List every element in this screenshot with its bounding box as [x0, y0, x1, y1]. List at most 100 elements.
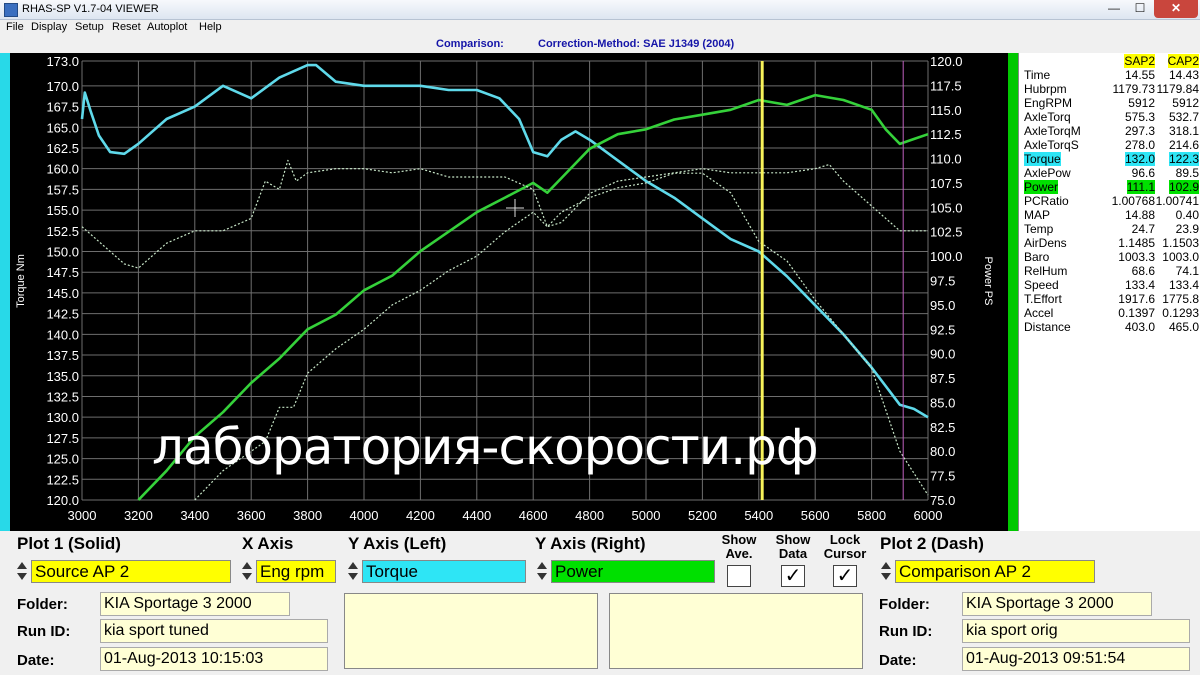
- data-row-v1: 403.0: [1124, 320, 1155, 334]
- minimize-button[interactable]: —: [1102, 0, 1126, 18]
- spinner-up-icon[interactable]: [348, 562, 358, 569]
- data-row-label: Baro: [1024, 250, 1050, 264]
- spinner-down-icon[interactable]: [17, 573, 27, 580]
- y-right-tick-label: 107.5: [930, 176, 963, 191]
- data-row-v1: 1917.6: [1118, 292, 1155, 306]
- data-row-v1: 14.88: [1124, 208, 1155, 222]
- y-left-tick-label: 122.5: [46, 472, 79, 487]
- menu-setup[interactable]: Setup: [75, 21, 104, 33]
- x-tick-label: 3600: [237, 508, 266, 523]
- run2-date-field[interactable]: 01-Aug-2013 09:51:54: [962, 647, 1190, 671]
- data-row-v1: 5912: [1128, 96, 1155, 110]
- x-tick-label: 5200: [688, 508, 717, 523]
- data-row-v2: 0.40: [1175, 208, 1199, 222]
- spinner-down-icon[interactable]: [348, 573, 358, 580]
- data-row-v1-text: 132.0: [1124, 152, 1155, 166]
- show-data-checkbox[interactable]: ✓: [781, 565, 805, 587]
- run2-folder-field[interactable]: KIA Sportage 3 2000: [962, 592, 1152, 616]
- run2-runid-field[interactable]: kia sport orig: [962, 619, 1190, 643]
- x-tick-label: 3200: [124, 508, 153, 523]
- xaxis-select[interactable]: Eng rpm: [256, 560, 336, 583]
- spinner-up-icon[interactable]: [17, 562, 27, 569]
- data-row-v2-text: 102.9: [1168, 180, 1199, 194]
- y-left-tick-label: 137.5: [46, 348, 79, 363]
- data-row-v2: 89.5: [1175, 166, 1199, 180]
- data-row-label: Speed: [1024, 278, 1059, 292]
- show-ave-checkbox[interactable]: [727, 565, 751, 587]
- spinner-down-icon[interactable]: [881, 573, 891, 580]
- close-button[interactable]: ✕: [1154, 0, 1198, 18]
- y-left-tick-label: 160.0: [46, 162, 79, 177]
- menu-reset[interactable]: Reset: [112, 21, 141, 33]
- data-row-label: MAP: [1024, 208, 1051, 222]
- y-left-tick-label: 147.5: [46, 265, 79, 280]
- data-row-label: PCRatio: [1024, 194, 1069, 208]
- run2-notes-box[interactable]: [609, 593, 863, 669]
- data-row-v2: 133.4: [1168, 278, 1199, 292]
- data-row-label: AirDens: [1024, 236, 1067, 250]
- data-row-v1: 1003.3: [1118, 250, 1155, 264]
- plot2-spinner[interactable]: [879, 561, 893, 583]
- spinner-down-icon[interactable]: [537, 573, 547, 580]
- y-right-tick-label: 92.5: [930, 322, 955, 337]
- spinner-up-icon[interactable]: [242, 562, 252, 569]
- menu-file[interactable]: File: [6, 21, 24, 33]
- yaxis-left-select[interactable]: Torque: [362, 560, 526, 583]
- xaxis-spinner[interactable]: [240, 561, 254, 583]
- data-row: AxlePow 96.6 89.5: [1019, 166, 1200, 180]
- y-left-tick-label: 152.5: [46, 224, 79, 239]
- data-row: Speed 133.4 133.4: [1019, 278, 1200, 292]
- data-row: PCRatio 1.00768 1.00741: [1019, 194, 1200, 208]
- xaxis-header: X Axis: [242, 534, 294, 553]
- lock-cursor-checkbox[interactable]: ✓: [833, 565, 857, 587]
- maximize-button[interactable]: ☐: [1126, 0, 1154, 18]
- data-row-label: AxleTorqS: [1024, 138, 1079, 152]
- comparison-bar: Comparison: Correction-Method: SAE J1349…: [0, 37, 1200, 53]
- data-row-v1: 24.7: [1131, 222, 1155, 236]
- y-left-tick-label: 140.0: [46, 327, 79, 342]
- plot1-source-select[interactable]: Source AP 2: [31, 560, 231, 583]
- data-row-v2: 14.43: [1168, 68, 1199, 82]
- yaxis-right-select[interactable]: Power: [551, 560, 715, 583]
- yaxis-left-spinner[interactable]: [346, 561, 360, 583]
- comparison-label: Comparison:: [436, 38, 504, 50]
- data-panel-header: SAP2 CAP2: [1019, 54, 1200, 68]
- run1-runid-field[interactable]: kia sport tuned: [100, 619, 328, 643]
- x-tick-label: 6000: [914, 508, 943, 523]
- menu-autoplot[interactable]: Autoplot: [147, 21, 187, 33]
- spinner-up-icon[interactable]: [537, 562, 547, 569]
- run1-folder-field[interactable]: KIA Sportage 3 2000: [100, 592, 290, 616]
- data-row-label: AxleTorq: [1024, 110, 1071, 124]
- y-left-tick-label: 157.5: [46, 182, 79, 197]
- plot1-spinner[interactable]: [15, 561, 29, 583]
- menu-help[interactable]: Help: [199, 21, 222, 33]
- y-left-tick-label: 165.0: [46, 120, 79, 135]
- y-left-tick-label: 130.0: [46, 410, 79, 425]
- data-row: Temp 24.7 23.9: [1019, 222, 1200, 236]
- data-row-label: AxleTorqM: [1024, 124, 1081, 138]
- x-tick-label: 5400: [744, 508, 773, 523]
- y-right-tick-label: 110.0: [930, 152, 962, 167]
- data-row: AxleTorqS 278.0 214.6: [1019, 138, 1200, 152]
- cap2-header: CAP2: [1167, 54, 1199, 68]
- spinner-up-icon[interactable]: [881, 562, 891, 569]
- x-tick-label: 4000: [350, 508, 379, 523]
- y-right-tick-label: 117.5: [930, 78, 962, 93]
- data-row: Time 14.55 14.43: [1019, 68, 1200, 82]
- run1-notes-box[interactable]: [344, 593, 598, 669]
- data-row-v2-text: 122.3: [1168, 152, 1199, 166]
- data-row-v2: 0.1293: [1162, 306, 1199, 320]
- y-right-tick-label: 102.5: [930, 225, 963, 240]
- data-row-label: AxlePow: [1024, 166, 1071, 180]
- spinner-down-icon[interactable]: [242, 573, 252, 580]
- x-tick-label: 4600: [519, 508, 548, 523]
- menu-display[interactable]: Display: [31, 21, 67, 33]
- run1-date-field[interactable]: 01-Aug-2013 10:15:03: [100, 647, 328, 671]
- yaxis-right-spinner[interactable]: [535, 561, 549, 583]
- data-row-v2: 122.3: [1155, 152, 1199, 166]
- data-row: MAP 14.88 0.40: [1019, 208, 1200, 222]
- plot2-comparison-select[interactable]: Comparison AP 2: [895, 560, 1095, 583]
- window-title: RHAS-SP V1.7-04 VIEWER: [22, 3, 159, 15]
- data-row-v1: 111.1: [1093, 180, 1155, 194]
- x-tick-label: 5000: [632, 508, 661, 523]
